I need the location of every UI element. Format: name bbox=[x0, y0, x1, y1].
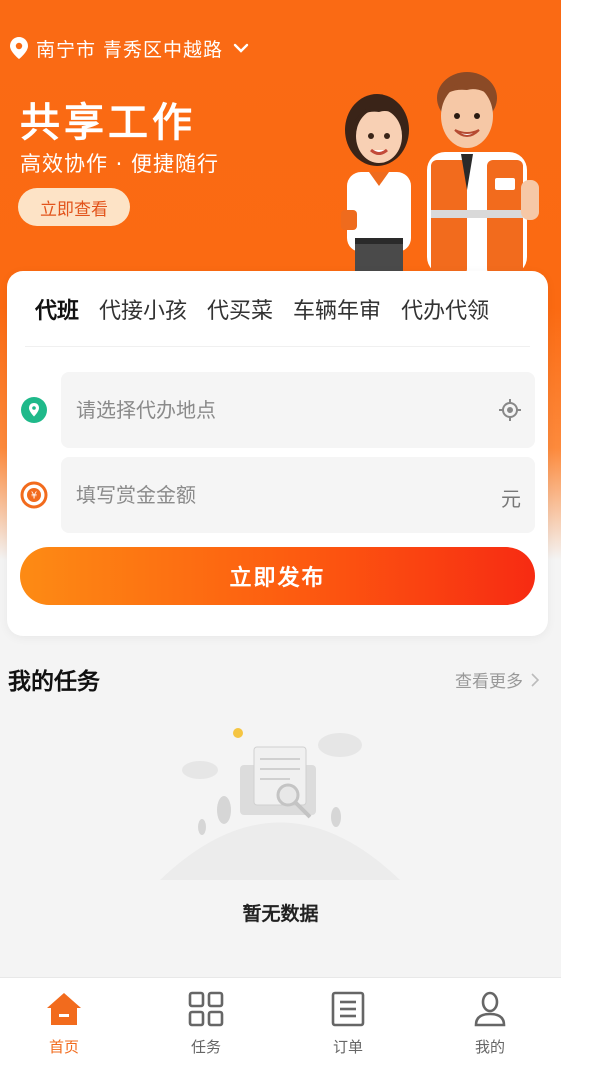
tab-pickup-child[interactable]: 代接小孩 bbox=[99, 293, 187, 325]
tab-orders[interactable]: 订单 bbox=[298, 990, 398, 1057]
publish-button[interactable]: 立即发布 bbox=[20, 547, 535, 605]
reward-unit: 元 bbox=[501, 487, 521, 511]
yuan-coin-icon: ¥ bbox=[20, 481, 48, 509]
empty-state-text: 暂无数据 bbox=[242, 903, 319, 925]
app-screen: 南宁市 青秀区中越路 共享工作 高效协作 · 便捷随行 立即查看 代班 代接小孩… bbox=[0, 0, 561, 1080]
tab-buy-groceries[interactable]: 代买菜 bbox=[207, 293, 273, 325]
address-field[interactable] bbox=[61, 372, 535, 448]
tab-daiban[interactable]: 代班 bbox=[25, 293, 80, 327]
view-now-button[interactable]: 立即查看 bbox=[18, 188, 130, 226]
tab-label: 代班 bbox=[35, 298, 80, 324]
address-row bbox=[7, 372, 548, 448]
grid-icon bbox=[188, 991, 224, 1027]
location-text: 南宁市 青秀区中越路 bbox=[36, 38, 224, 61]
list-icon bbox=[331, 991, 365, 1027]
view-more-link[interactable]: 查看更多 bbox=[455, 667, 539, 692]
tab-errand-collect[interactable]: 代办代领 bbox=[401, 293, 489, 325]
reward-field[interactable]: 元 bbox=[61, 457, 535, 533]
location-marker-icon bbox=[21, 397, 47, 423]
tab-label: 任务 bbox=[190, 1038, 221, 1056]
user-icon bbox=[474, 991, 506, 1027]
tab-label: 订单 bbox=[332, 1038, 363, 1056]
tab-label: 我的 bbox=[474, 1038, 505, 1056]
reward-input[interactable] bbox=[76, 483, 456, 507]
yuan-symbol: ¥ bbox=[31, 491, 37, 502]
tab-home[interactable]: 首页 bbox=[14, 990, 114, 1057]
address-input[interactable] bbox=[76, 398, 456, 422]
tab-tasks[interactable]: 任务 bbox=[156, 990, 256, 1057]
location-selector[interactable]: 南宁市 青秀区中越路 bbox=[10, 34, 249, 62]
location-pin-icon bbox=[10, 37, 28, 59]
tab-mine[interactable]: 我的 bbox=[440, 990, 540, 1057]
publish-card: 代班 代接小孩 代买菜 车辆年审 代办代领 请选择代办地点 ¥ 填写赏金金额 元… bbox=[7, 271, 548, 636]
tab-label: 首页 bbox=[48, 1038, 79, 1056]
hero-subtitle: 高效协作 · 便捷随行 bbox=[20, 152, 220, 176]
reward-row: ¥ 元 bbox=[7, 457, 548, 533]
workers-illustration bbox=[341, 72, 539, 275]
home-icon bbox=[47, 993, 81, 1025]
service-tabs: 代班 代接小孩 代买菜 车辆年审 代办代领 bbox=[25, 271, 530, 347]
my-tasks-title: 我的任务 bbox=[8, 669, 100, 695]
hero-title: 共享工作 bbox=[20, 100, 196, 146]
tab-vehicle-inspection[interactable]: 车辆年审 bbox=[293, 293, 381, 325]
locate-target-icon[interactable] bbox=[499, 399, 521, 421]
bottom-tabbar: 首页 任务 订单 我的 bbox=[0, 977, 561, 1080]
chevron-right-icon bbox=[531, 672, 539, 687]
chevron-down-icon bbox=[233, 43, 249, 53]
empty-state-illustration bbox=[160, 728, 400, 880]
view-more-label: 查看更多 bbox=[455, 672, 523, 692]
